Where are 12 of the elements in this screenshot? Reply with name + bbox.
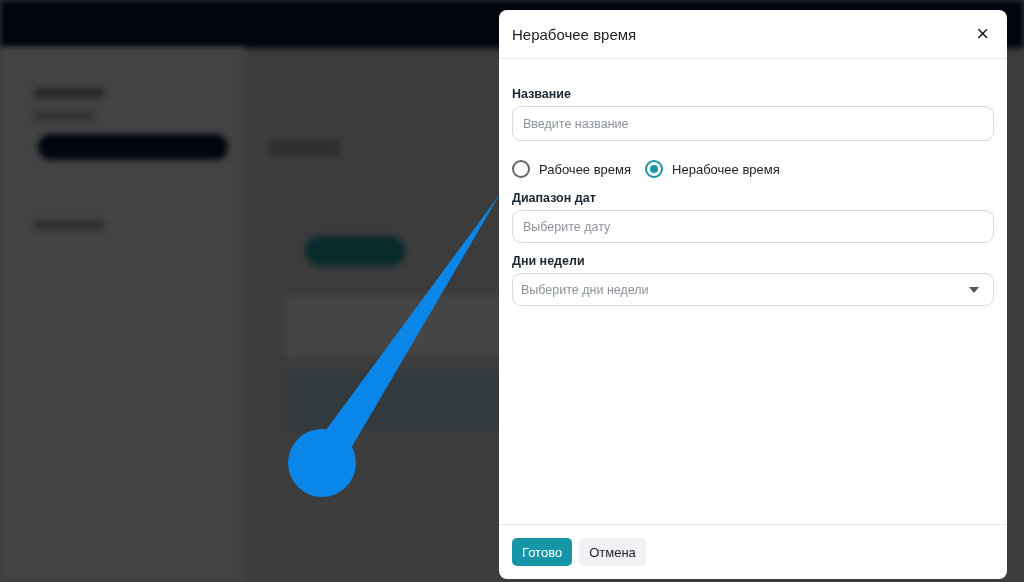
dialog-title: Нерабочее время [512, 25, 637, 43]
cancel-button[interactable]: Отмена [579, 538, 646, 566]
close-button[interactable]: × [972, 23, 993, 45]
done-button[interactable]: Готово [512, 538, 573, 566]
caret-icon [969, 286, 979, 293]
field-label: Диапазон дат [512, 191, 596, 205]
radio-option[interactable]: Рабочее время [512, 160, 632, 178]
field-label: Название [512, 87, 571, 101]
date-input-field[interactable]: Выберите дату [512, 210, 994, 243]
field-label: Дни недели [512, 254, 585, 268]
radio-option[interactable]: Нерабочее время [645, 160, 780, 178]
name-input-field[interactable]: Введите название [512, 106, 994, 141]
